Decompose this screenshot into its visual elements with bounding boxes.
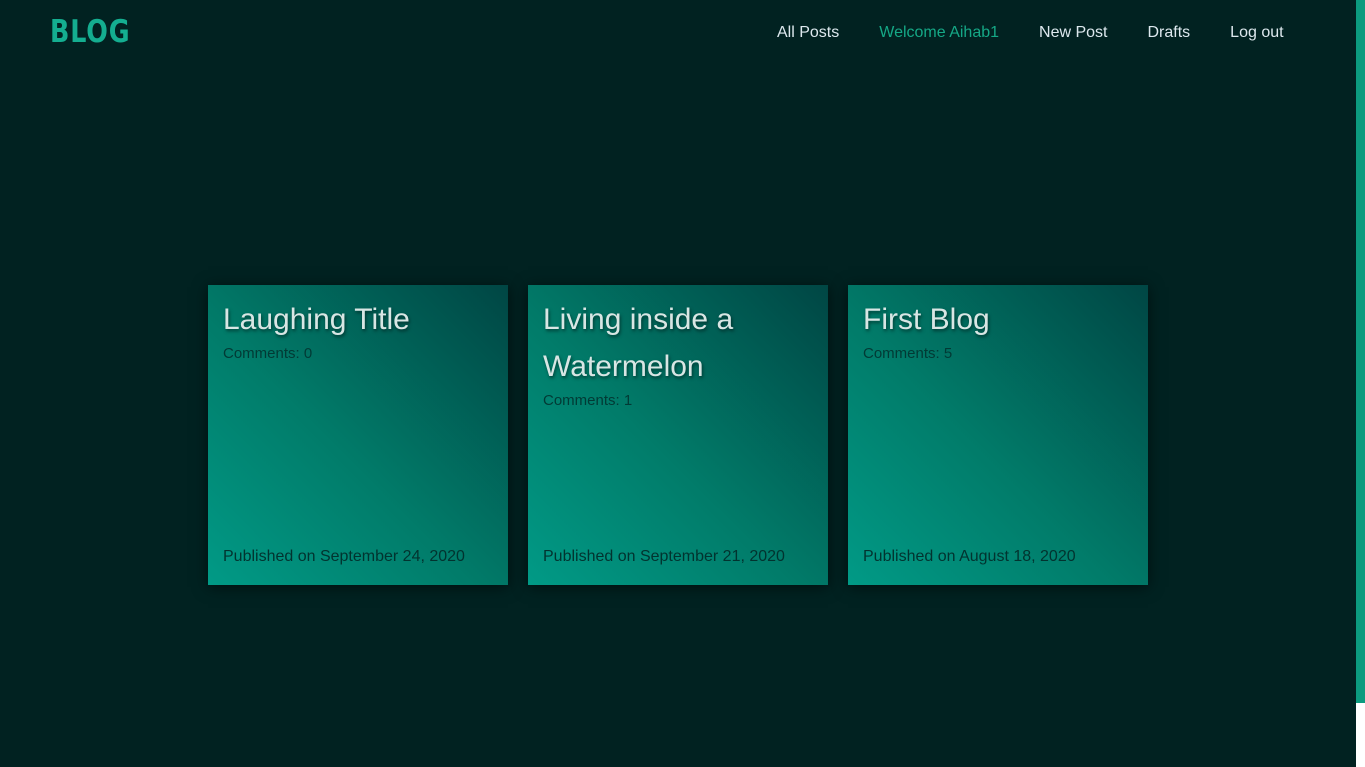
nav-drafts-link[interactable]: Drafts (1148, 24, 1191, 42)
post-title: First Blog (863, 303, 990, 336)
post-published-date: Published on August 18, 2020 (863, 548, 1076, 565)
top-nav: All Posts Welcome Aihab1 New Post Drafts… (777, 24, 1284, 42)
post-title: Laughing Title (223, 303, 410, 336)
scrollbar-track[interactable] (1356, 703, 1365, 767)
post-card-list: Laughing Title Comments: 0 Published on … (208, 285, 1148, 585)
scrollbar-thumb[interactable] (1356, 0, 1365, 703)
post-comment-count: Comments: 5 (863, 345, 953, 362)
post-title: Living inside a Watermelon (543, 303, 734, 383)
post-card[interactable]: First Blog Comments: 5 Published on Augu… (848, 285, 1148, 585)
post-card[interactable]: Laughing Title Comments: 0 Published on … (208, 285, 508, 585)
post-card[interactable]: Living inside a Watermelon Comments: 1 P… (528, 285, 828, 585)
post-published-date: Published on September 24, 2020 (223, 548, 465, 565)
post-comment-count: Comments: 1 (543, 392, 633, 409)
post-published-date: Published on September 21, 2020 (543, 548, 785, 565)
nav-welcome-user-link[interactable]: Welcome Aihab1 (879, 24, 999, 42)
logo[interactable]: BLOG (50, 14, 130, 50)
nav-log-out-link[interactable]: Log out (1230, 24, 1283, 42)
nav-new-post-link[interactable]: New Post (1039, 24, 1107, 42)
post-comment-count: Comments: 0 (223, 345, 313, 362)
page: BLOG All Posts Welcome Aihab1 New Post D… (0, 0, 1365, 767)
nav-all-posts-link[interactable]: All Posts (777, 24, 839, 42)
